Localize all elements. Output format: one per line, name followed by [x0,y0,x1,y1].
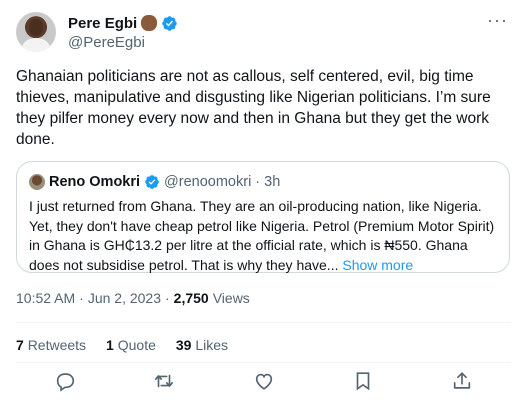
meta-separator: · [79,290,84,306]
likes-count: 39 [175,337,192,353]
quoted-time: 3h [264,174,281,190]
quotes-stat[interactable]: 1 Quote [106,337,156,353]
views-count: 2,750 [173,290,209,306]
quoted-author-handle: @renoomokri [164,174,252,190]
retweets-count: 7 [16,337,24,353]
bookmark-icon[interactable] [352,370,374,392]
divider [16,322,510,323]
engagement-stats: 7 Retweets 1 Quote 39 Likes [16,337,228,353]
quotes-label: Quote [117,337,156,353]
heart-icon[interactable] [253,370,275,392]
likes-label: Likes [195,337,229,353]
tweet-time[interactable]: 10:52 AM [16,290,75,306]
quoted-tweet-header: Reno Omokri @renoomokri · 3h [29,173,497,191]
author-display-name[interactable]: Pere Egbi [68,15,137,32]
raised-fist-emoji-icon [141,15,158,31]
share-icon[interactable] [451,370,473,392]
retweet-icon[interactable] [153,370,175,392]
views-label: Views [212,290,250,306]
quoted-text: I just returned from Ghana. They are an … [29,198,495,273]
verified-badge-icon [145,175,159,189]
quoted-author-avatar [29,174,45,190]
tweet-header: Pere Egbi @PereEgbi ··· [16,11,511,54]
quotes-count: 1 [106,337,114,353]
quoted-tweet[interactable]: Reno Omokri @renoomokri · 3h I just retu… [16,161,510,273]
author-avatar[interactable] [16,12,56,52]
reply-icon[interactable] [54,370,76,392]
tweet-meta: 10:52 AM · Jun 2, 2023 · 2,750 Views [16,290,250,306]
meta-separator: · [165,290,170,306]
likes-stat[interactable]: 39 Likes [176,337,228,353]
divider [16,362,510,363]
tweet-actions [16,370,510,406]
tweet-date[interactable]: Jun 2, 2023 [88,290,161,306]
retweets-stat[interactable]: 7 Retweets [16,337,86,353]
quoted-separator: · [255,174,261,190]
quoted-author-name: Reno Omokri [49,174,141,190]
tweet-text: Ghanaian politicians are not as callous,… [16,68,496,148]
retweets-label: Retweets [27,337,87,353]
author-handle[interactable]: @PereEgbi [68,34,178,51]
show-more-link[interactable]: Show more [342,257,413,273]
quoted-tweet-text: I just returned from Ghana. They are an … [29,197,499,275]
author-names: Pere Egbi @PereEgbi [68,13,178,51]
more-icon[interactable]: ··· [487,11,507,34]
verified-badge-icon [162,15,177,31]
